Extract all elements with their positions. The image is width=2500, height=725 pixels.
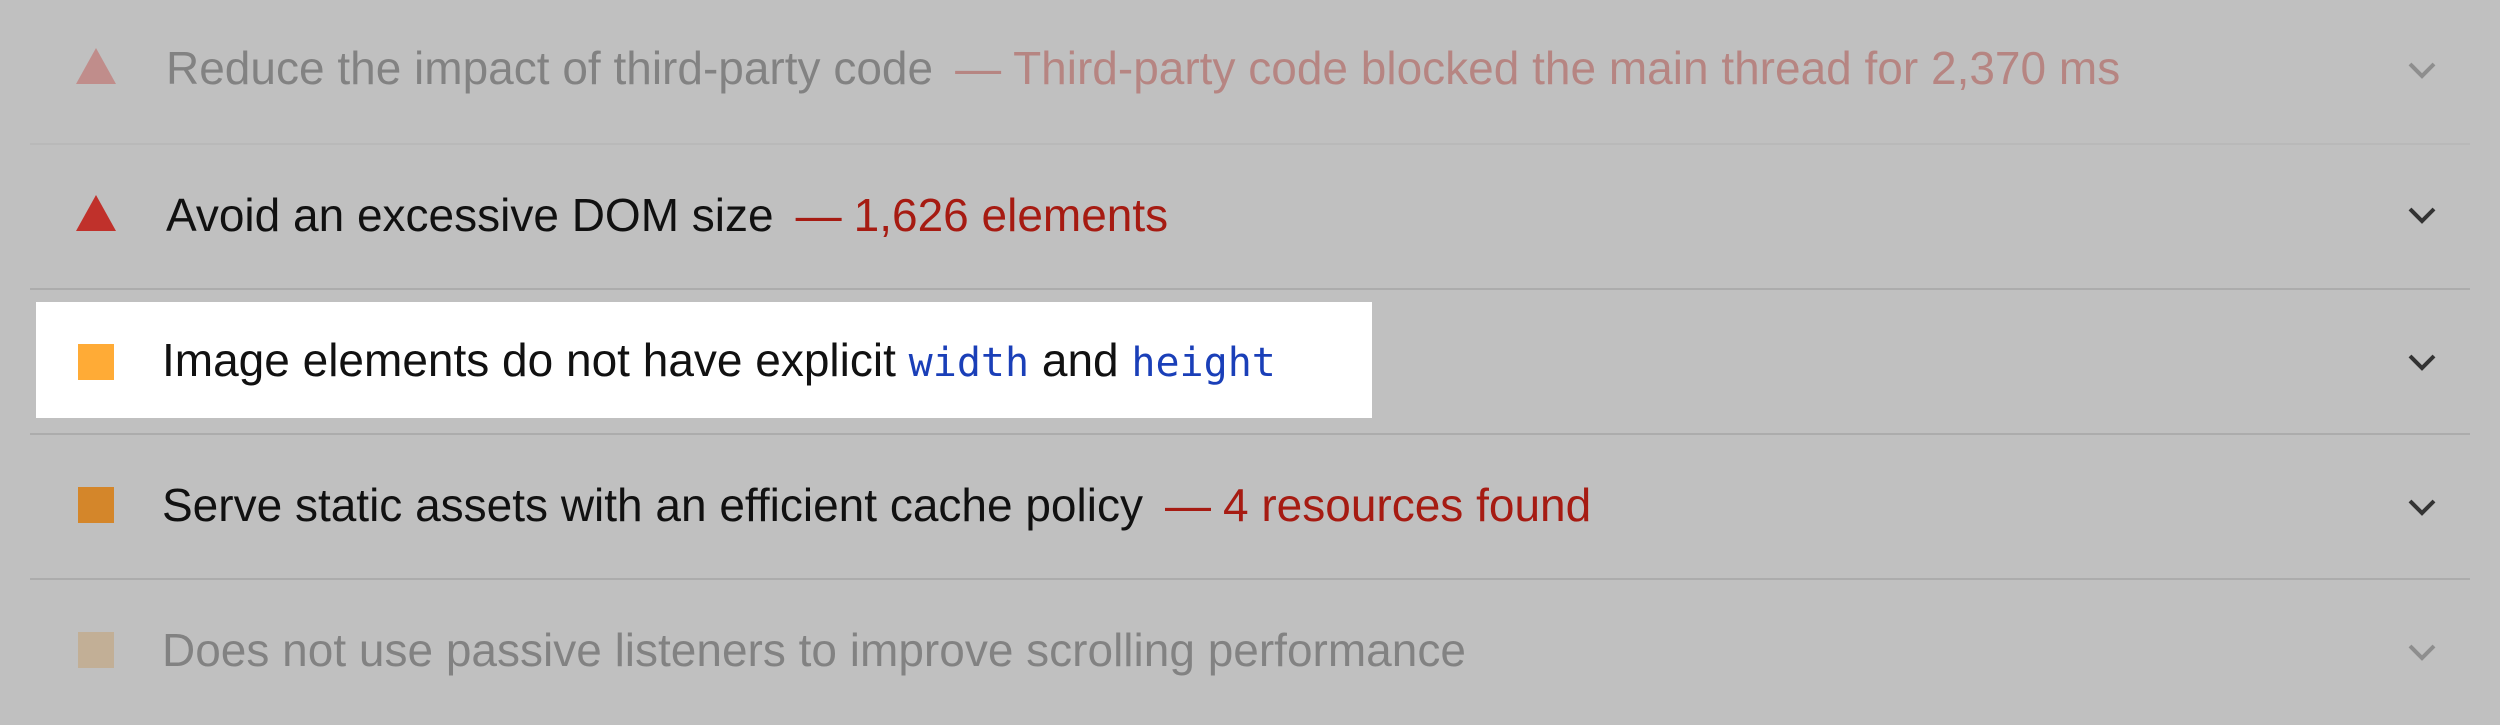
- audit-display-value: 1,626 elements: [853, 189, 1169, 241]
- square-average-icon: [78, 344, 114, 380]
- audit-row-image-size[interactable]: Image elements do not have explicit widt…: [30, 290, 2470, 435]
- audit-separator: —: [795, 189, 842, 241]
- chevron-down-icon[interactable]: [2402, 487, 2442, 527]
- audit-row-passive-listeners[interactable]: Does not use passive listeners to improv…: [30, 580, 2470, 725]
- audit-title-and: and: [1041, 334, 1119, 386]
- code-width: width: [908, 340, 1030, 386]
- audit-separator: —: [955, 42, 1002, 94]
- square-average-icon: [78, 632, 114, 668]
- audit-text: Does not use passive listeners to improv…: [162, 622, 1466, 678]
- audit-text: Reduce the impact of third-party code — Th…: [166, 40, 2120, 96]
- audit-separator: —: [1164, 479, 1211, 531]
- audit-title-prefix: Image elements do not have explicit: [162, 334, 896, 386]
- triangle-fail-icon: [76, 48, 116, 84]
- audit-title: Reduce the impact of third-party code: [166, 42, 934, 94]
- square-average-icon: [78, 487, 114, 523]
- audit-title: Avoid an excessive DOM size: [166, 189, 774, 241]
- audit-row-dom-size[interactable]: Avoid an excessive DOM size —1,626 elemen…: [30, 145, 2470, 290]
- audit-text: Image elements do not have explicit widt…: [162, 332, 1276, 391]
- chevron-down-icon[interactable]: [2402, 195, 2442, 235]
- audit-title: Does not use passive listeners to improv…: [162, 624, 1466, 676]
- audit-display-value: Third-party code blocked the main thread…: [1013, 42, 2121, 94]
- audit-display-value: 4 resources found: [1222, 479, 1592, 531]
- chevron-down-icon[interactable]: [2402, 50, 2442, 90]
- triangle-fail-icon: [76, 195, 116, 231]
- audit-text: Serve static assets with an efficient ca…: [162, 477, 1591, 533]
- chevron-down-icon[interactable]: [2402, 632, 2442, 672]
- code-height: height: [1131, 340, 1276, 386]
- audit-title: Serve static assets with an efficient ca…: [162, 479, 1143, 531]
- audit-text: Avoid an excessive DOM size —1,626 elemen…: [166, 187, 1168, 243]
- audit-row-third-party[interactable]: Reduce the impact of third-party code — Th…: [30, 0, 2470, 145]
- audit-row-cache-policy[interactable]: Serve static assets with an efficient ca…: [30, 435, 2470, 580]
- chevron-down-icon[interactable]: [2402, 342, 2442, 382]
